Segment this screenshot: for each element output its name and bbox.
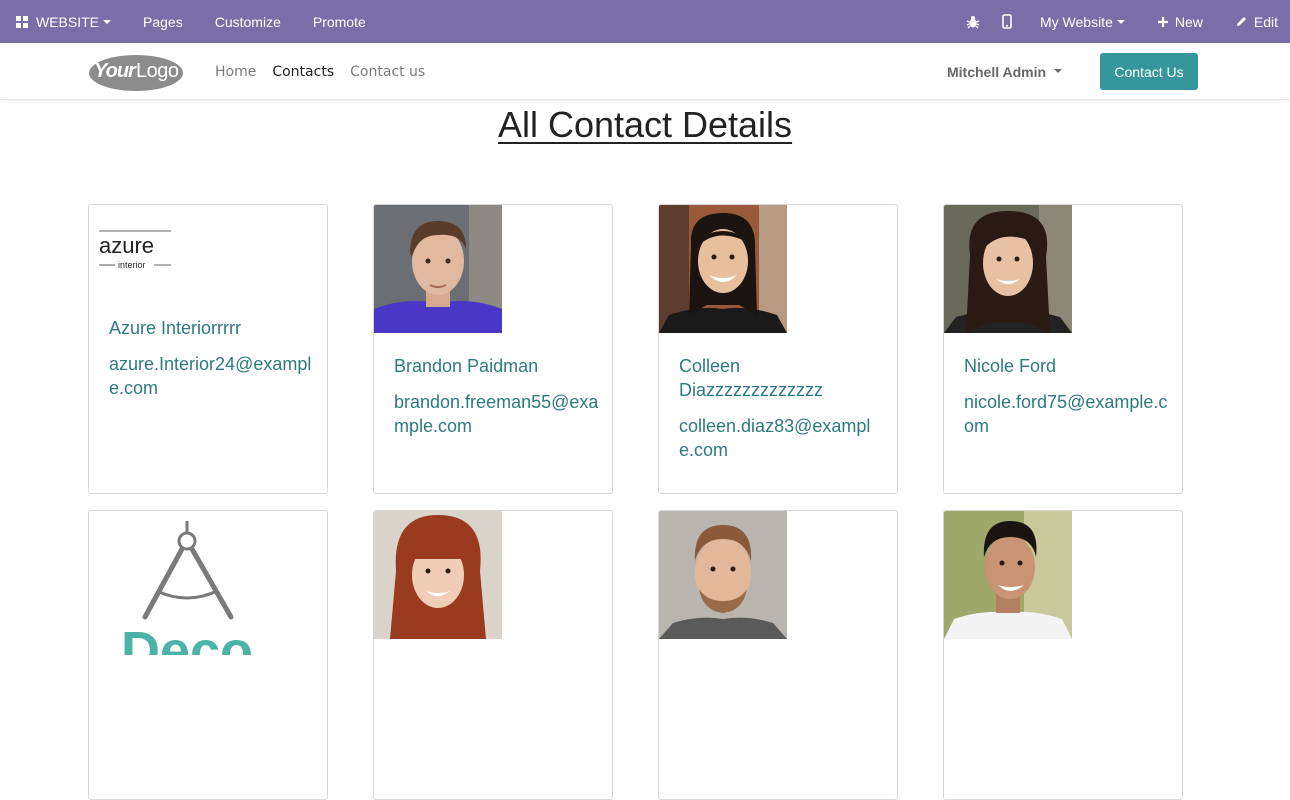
admin-toolbar: WEBSITE Pages Customize Promote My Websi… [0, 0, 1290, 43]
pencil-icon [1236, 17, 1246, 26]
new-button[interactable]: New [1141, 0, 1219, 43]
page-title: All Contact Details [497, 104, 793, 145]
contact-photo [944, 205, 1072, 333]
user-name: Mitchell Admin [947, 63, 1047, 80]
promote-menu[interactable]: Promote [297, 0, 382, 43]
debug-bug-button[interactable] [956, 0, 990, 43]
edit-button[interactable]: Edit [1219, 0, 1290, 43]
nav-home[interactable]: Home [215, 64, 256, 80]
mobile-phone-icon [1002, 14, 1012, 29]
contact-card[interactable] [658, 510, 898, 800]
chevron-down-icon [103, 19, 112, 24]
contact-card[interactable]: azure interior Azure Interiorrrrr azure.… [88, 204, 328, 494]
plus-icon [1157, 16, 1168, 27]
contact-photo [659, 511, 787, 639]
main-nav: Home Contacts Contact us [215, 43, 441, 100]
new-label: New [1174, 13, 1203, 30]
my-website-menu[interactable]: My Website [1024, 0, 1141, 43]
contact-us-button[interactable]: Contact Us [1100, 53, 1198, 90]
my-website-label: My Website [1039, 13, 1113, 30]
contact-name[interactable]: Azure Interiorrrrr [109, 316, 314, 340]
contact-card[interactable]: Nicole Ford nicole.ford75@example.com [943, 204, 1183, 494]
contact-email[interactable]: nicole.ford75@example.com [964, 390, 1169, 438]
contact-photo [659, 205, 787, 333]
nav-contact-us[interactable]: Contact us [350, 64, 425, 80]
deco-addict-logo: Deco [119, 519, 259, 681]
svg-text:Logo: Logo [136, 60, 179, 82]
contact-photo [944, 511, 1072, 639]
bug-icon [966, 15, 980, 28]
contact-card[interactable] [943, 510, 1183, 800]
svg-text:interior: interior [118, 260, 146, 270]
mobile-preview-button[interactable] [990, 0, 1024, 43]
site-logo[interactable]: Your Logo [88, 52, 184, 92]
svg-text:Deco: Deco [121, 621, 253, 655]
site-header: Your Logo Home Contacts Contact us Mitch… [0, 43, 1290, 100]
contact-card[interactable] [373, 510, 613, 800]
contact-email[interactable]: brandon.freeman55@example.com [394, 390, 599, 438]
contact-card[interactable]: Brandon Paidman brandon.freeman55@exampl… [373, 204, 613, 494]
contact-photo [374, 205, 502, 333]
apps-grid-icon [16, 15, 28, 28]
contact-name[interactable]: Colleen Diazzzzzzzzzzzzz [679, 354, 884, 402]
customize-menu[interactable]: Customize [199, 0, 297, 43]
contact-photo [374, 511, 502, 639]
chevron-down-icon [1054, 68, 1063, 73]
contact-email[interactable]: colleen.diaz83@example.com [679, 414, 884, 462]
contact-card[interactable]: Colleen Diazzzzzzzzzzzzz colleen.diaz83@… [658, 204, 898, 494]
edit-label: Edit [1253, 13, 1278, 30]
user-menu[interactable]: Mitchell Admin [947, 43, 1063, 100]
contact-card[interactable]: Deco [88, 510, 328, 800]
azure-interior-logo: azure interior [99, 229, 173, 271]
svg-text:azure: azure [99, 233, 154, 258]
website-menu-label: WEBSITE [36, 13, 100, 30]
contact-name[interactable]: Nicole Ford [964, 354, 1169, 378]
website-menu[interactable]: WEBSITE [0, 0, 127, 43]
contact-email[interactable]: azure.Interior24@example.com [109, 352, 314, 400]
nav-contacts[interactable]: Contacts [272, 64, 334, 80]
contact-name[interactable]: Brandon Paidman [394, 354, 599, 378]
chevron-down-icon [1116, 19, 1125, 24]
pages-menu[interactable]: Pages [127, 0, 199, 43]
svg-text:Your: Your [94, 60, 137, 82]
